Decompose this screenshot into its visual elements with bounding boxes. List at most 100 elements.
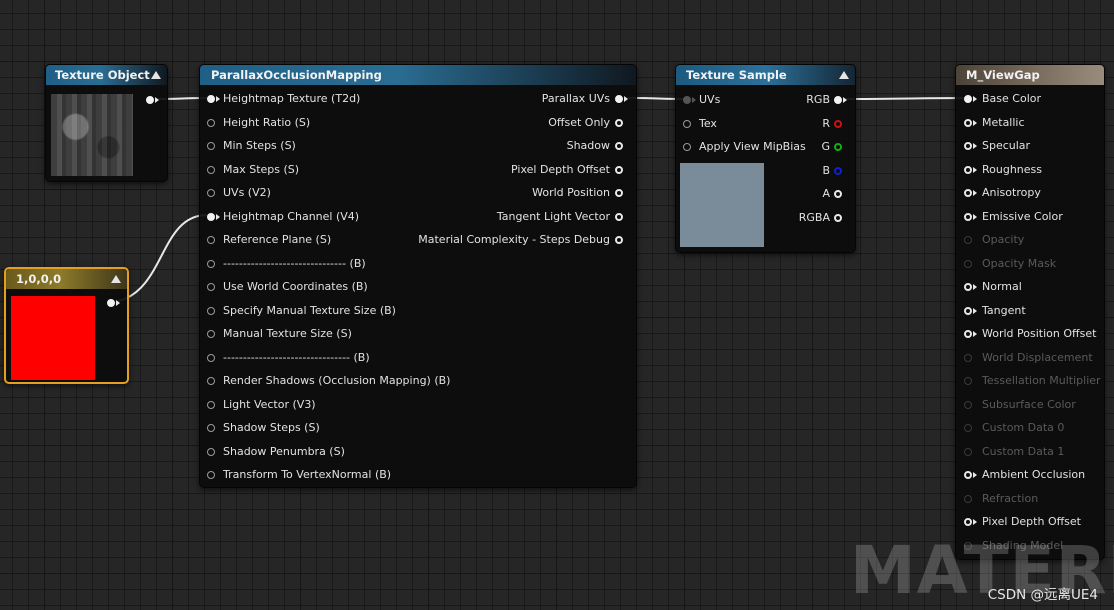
output-pin[interactable] <box>107 299 115 307</box>
input-pin[interactable] <box>964 189 972 197</box>
material-input-row[interactable]: Base Color <box>964 91 1102 107</box>
input-pin[interactable] <box>964 353 972 362</box>
input-pin[interactable] <box>207 189 215 197</box>
input-pin[interactable] <box>964 95 972 103</box>
input-pin[interactable] <box>964 283 972 291</box>
output-pin[interactable] <box>834 96 842 104</box>
material-input-row[interactable]: Ambient Occlusion <box>964 467 1102 483</box>
input-pin[interactable] <box>207 236 215 244</box>
pom-input-pin-row[interactable]: Shadow Steps (S) <box>207 420 447 436</box>
texture-object-output[interactable] <box>146 92 166 108</box>
texture-object-node[interactable]: Texture Object <box>45 64 168 182</box>
input-pin[interactable] <box>964 118 972 127</box>
texture-sample-header[interactable]: Texture Sample <box>676 65 855 85</box>
input-pin[interactable] <box>964 377 972 385</box>
input-pin[interactable] <box>964 424 972 432</box>
pom-input-pin-row[interactable]: Specify Manual Texture Size (B) <box>207 303 447 319</box>
output-pin[interactable] <box>615 118 623 127</box>
pom-output-pin-row[interactable]: Parallax UVs <box>400 91 630 107</box>
pom-input-pin-row[interactable]: Light Vector (V3) <box>207 397 447 413</box>
texture-sample-node[interactable]: Texture Sample UVs Tex Apply View MipBias … <box>675 64 856 253</box>
pom-input-pin-row[interactable]: -------------------------------- (B) <box>207 350 447 366</box>
material-input-row[interactable]: Tessellation Multiplier <box>964 373 1102 389</box>
pom-input-pin-row[interactable]: ------------------------------- (B) <box>207 256 447 272</box>
output-pin[interactable] <box>834 119 842 128</box>
pom-header[interactable]: ParallaxOcclusionMapping <box>200 65 636 85</box>
input-pin[interactable] <box>964 447 972 456</box>
material-input-row[interactable]: Refraction <box>964 491 1102 507</box>
material-input-row[interactable]: Custom Data 1 <box>964 444 1102 460</box>
texture-sample-output-row[interactable]: RGBA <box>776 210 850 226</box>
texture-sample-output-row[interactable]: R <box>776 116 850 132</box>
input-pin[interactable] <box>207 165 215 174</box>
output-pin[interactable] <box>615 95 623 103</box>
output-pin[interactable] <box>834 213 842 222</box>
pom-output-pin-row[interactable]: World Position <box>400 185 630 201</box>
pom-output-pin-row[interactable]: Tangent Light Vector <box>400 209 630 225</box>
material-input-row[interactable]: World Position Offset <box>964 326 1102 342</box>
input-pin[interactable] <box>207 212 215 221</box>
input-pin[interactable] <box>964 165 972 174</box>
input-pin[interactable] <box>964 259 972 268</box>
output-pin[interactable] <box>834 190 842 198</box>
pom-input-pin-row[interactable]: Shadow Penumbra (S) <box>207 444 447 460</box>
pom-output-pin-row[interactable]: Offset Only <box>400 115 630 131</box>
input-pin[interactable] <box>207 283 215 291</box>
input-pin[interactable] <box>207 447 215 456</box>
input-pin[interactable] <box>207 424 215 432</box>
material-input-row[interactable]: Roughness <box>964 162 1102 178</box>
pom-input-pin-row[interactable]: Transform To VertexNormal (B) <box>207 467 447 483</box>
input-pin[interactable] <box>964 236 972 244</box>
material-input-row[interactable]: Custom Data 0 <box>964 420 1102 436</box>
output-pin[interactable] <box>615 142 623 150</box>
output-pin[interactable] <box>834 143 842 151</box>
texture-sample-output-row[interactable]: G <box>776 139 850 155</box>
material-input-row[interactable]: Opacity <box>964 232 1102 248</box>
input-pin[interactable] <box>964 306 972 315</box>
input-pin[interactable] <box>683 143 691 151</box>
material-input-row[interactable]: Tangent <box>964 303 1102 319</box>
input-pin[interactable] <box>207 118 215 127</box>
input-pin[interactable] <box>964 330 972 338</box>
input-pin[interactable] <box>964 471 972 479</box>
input-pin[interactable] <box>207 400 215 409</box>
input-pin[interactable] <box>964 212 972 221</box>
material-input-row[interactable]: Normal <box>964 279 1102 295</box>
constant-output[interactable] <box>107 295 127 311</box>
material-input-row[interactable]: Metallic <box>964 115 1102 131</box>
pom-node[interactable]: ParallaxOcclusionMapping Heightmap Textu… <box>199 64 637 488</box>
input-pin[interactable] <box>207 259 215 268</box>
pom-output-pin-row[interactable]: Material Complexity - Steps Debug <box>400 232 630 248</box>
pom-output-pin-row[interactable]: Shadow <box>400 138 630 154</box>
constant-vector-node[interactable]: 1,0,0,0 <box>4 267 129 384</box>
input-pin[interactable] <box>683 96 691 104</box>
input-pin[interactable] <box>964 142 972 150</box>
texture-object-header[interactable]: Texture Object <box>46 65 167 85</box>
material-header[interactable]: M_ViewGap <box>956 65 1104 85</box>
material-input-row[interactable]: Opacity Mask <box>964 256 1102 272</box>
input-pin[interactable] <box>683 119 691 128</box>
material-input-row[interactable]: Subsurface Color <box>964 397 1102 413</box>
output-pin[interactable] <box>615 212 623 221</box>
texture-sample-output-row[interactable]: RGB <box>776 92 850 108</box>
material-input-row[interactable]: Specular <box>964 138 1102 154</box>
output-pin[interactable] <box>834 166 842 175</box>
material-input-row[interactable]: Anisotropy <box>964 185 1102 201</box>
collapse-arrow-icon[interactable] <box>151 71 161 79</box>
input-pin[interactable] <box>207 95 215 103</box>
input-pin[interactable] <box>964 518 972 526</box>
collapse-arrow-icon[interactable] <box>111 275 121 283</box>
material-input-row[interactable]: World Displacement <box>964 350 1102 366</box>
input-pin[interactable] <box>207 306 215 315</box>
input-pin[interactable] <box>964 494 972 503</box>
output-pin[interactable] <box>146 96 154 104</box>
output-pin[interactable] <box>615 189 623 197</box>
input-pin[interactable] <box>207 353 215 362</box>
pom-input-pin-row[interactable]: Render Shadows (Occlusion Mapping) (B) <box>207 373 450 389</box>
output-pin[interactable] <box>615 236 623 244</box>
texture-sample-output-row[interactable]: B <box>776 163 850 179</box>
constant-header[interactable]: 1,0,0,0 <box>6 269 127 289</box>
collapse-arrow-icon[interactable] <box>839 71 849 79</box>
material-result-node[interactable]: M_ViewGap Base Color Metallic Specular Roug… <box>955 64 1105 560</box>
input-pin[interactable] <box>964 400 972 409</box>
